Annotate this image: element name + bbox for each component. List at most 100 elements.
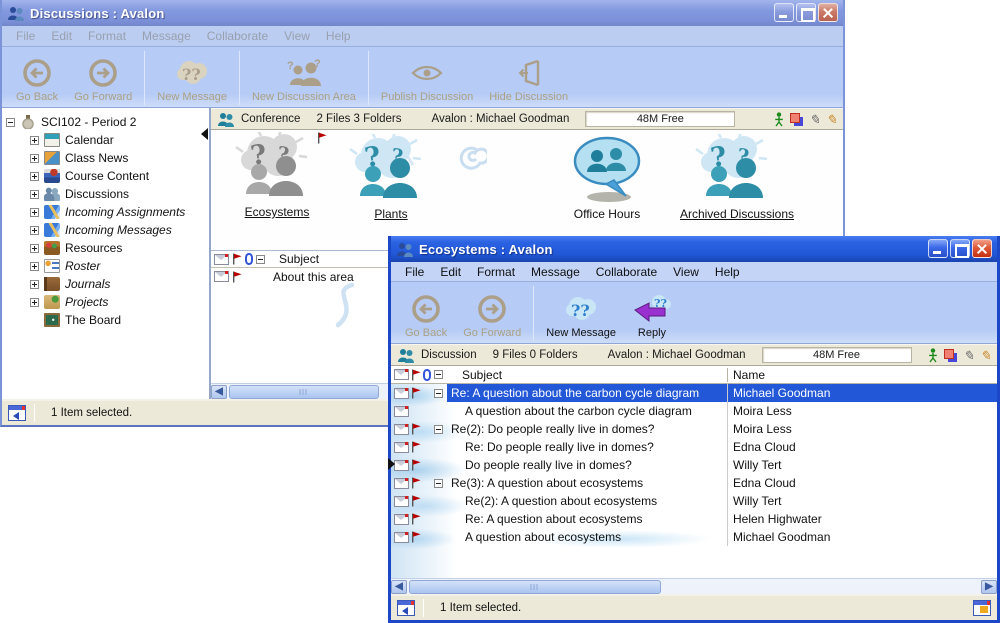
tree-item-resources[interactable]: Resources — [2, 239, 209, 257]
collapse-all-box[interactable] — [256, 255, 265, 264]
conference-item-archived-discussions[interactable]: ? ? Archived Discussions — [659, 134, 815, 221]
message-row[interactable]: Re: A question about ecosystemsHelen Hig… — [391, 510, 997, 528]
member-icon[interactable] — [774, 112, 784, 127]
menu-item-view[interactable]: View — [666, 263, 706, 281]
menu-item-format[interactable]: Format — [470, 263, 522, 281]
go-back-button[interactable]: Go Back — [8, 49, 66, 107]
menu-item-file[interactable]: File — [9, 27, 42, 45]
name-column-header[interactable]: Name — [727, 368, 997, 382]
reply-button[interactable]: ?? Reply — [624, 284, 680, 343]
tree-expander-plus[interactable] — [30, 226, 39, 235]
menu-item-message[interactable]: Message — [524, 263, 587, 281]
menu-item-message[interactable]: Message — [135, 27, 198, 45]
new-message-button[interactable]: ??New Message — [538, 284, 624, 343]
message-row[interactable]: Do people really live in domes?Willy Ter… — [391, 456, 997, 474]
tree-item-incoming-messages[interactable]: Incoming Messages — [2, 221, 209, 239]
subject-column-header[interactable]: Subject — [448, 368, 727, 382]
titlebar-ecosystems[interactable]: Ecosystems : Avalon — [391, 236, 997, 262]
tree-expander-plus[interactable] — [30, 280, 39, 289]
conference-item-plants[interactable]: ? ? Plants — [313, 134, 469, 221]
tree-expander-plus[interactable] — [30, 298, 39, 307]
edit-pencil-icon[interactable]: ✎ — [809, 113, 820, 126]
discussions-app-icon — [7, 5, 25, 21]
flag-icon — [411, 513, 421, 525]
tree-expander-plus[interactable] — [30, 136, 39, 145]
tree-expander-plus[interactable] — [30, 244, 39, 253]
go-forward-button[interactable]: Go Forward — [455, 284, 529, 343]
scroll-left-arrow[interactable]: ◀ — [391, 580, 407, 594]
layers-icon[interactable] — [790, 113, 803, 126]
minimize-button[interactable] — [928, 239, 948, 258]
sign-pencil-icon[interactable]: ✎ — [826, 113, 837, 126]
layers-icon[interactable] — [944, 349, 957, 362]
minimize-button[interactable] — [774, 3, 794, 22]
tree-item-the-board[interactable]: The Board — [2, 311, 209, 329]
tree-expander-minus[interactable] — [6, 118, 15, 127]
tree-item-class-news[interactable]: Class News — [2, 149, 209, 167]
tree-expander-plus[interactable] — [30, 208, 39, 217]
pane-toggle-icon[interactable] — [397, 600, 415, 616]
go-back-icon — [411, 293, 441, 325]
menu-item-view[interactable]: View — [277, 27, 317, 45]
publish-discussion-button[interactable]: Publish Discussion — [373, 49, 481, 107]
menu-item-collaborate[interactable]: Collaborate — [589, 263, 664, 281]
thread-collapse-box[interactable] — [434, 425, 443, 434]
close-button[interactable] — [818, 3, 838, 22]
tree-item-course-content[interactable]: Course Content — [2, 167, 209, 185]
scroll-right-arrow[interactable]: ▶ — [981, 580, 997, 594]
menu-item-file[interactable]: File — [398, 263, 431, 281]
message-row[interactable]: Re: Do people really live in domes?Edna … — [391, 438, 997, 456]
scrollbar-thumb[interactable] — [409, 580, 661, 594]
menu-item-edit[interactable]: Edit — [433, 263, 468, 281]
scroll-left-arrow[interactable]: ◀ — [211, 385, 227, 399]
go-forward-button[interactable]: Go Forward — [66, 49, 140, 107]
maximize-button[interactable] — [796, 3, 816, 22]
subject-cell: About this area — [273, 270, 354, 284]
tree-item-roster[interactable]: Roster — [2, 257, 209, 275]
tree-item-incoming-assignments[interactable]: Incoming Assignments — [2, 203, 209, 221]
menu-item-format[interactable]: Format — [81, 27, 133, 45]
thread-collapse-box[interactable] — [434, 479, 443, 488]
menu-item-help[interactable]: Help — [319, 27, 358, 45]
tree-item-calendar[interactable]: Calendar — [2, 131, 209, 149]
new-message-button[interactable]: ??New Message — [149, 49, 235, 107]
tree-item-label: Discussions — [65, 187, 129, 201]
message-row[interactable]: Re(2): A question about ecosystemsWilly … — [391, 492, 997, 510]
tree-item-discussions[interactable]: Discussions — [2, 185, 209, 203]
hide-discussion-button[interactable]: Hide Discussion — [481, 49, 576, 107]
pane-toggle-icon[interactable] — [8, 405, 26, 421]
member-icon[interactable] — [928, 348, 938, 363]
sign-pencil-icon[interactable]: ✎ — [980, 349, 991, 362]
tree-expander-plus[interactable] — [30, 262, 39, 271]
thread-collapse-box[interactable] — [434, 389, 443, 398]
close-button[interactable] — [972, 239, 992, 258]
menu-item-collaborate[interactable]: Collaborate — [200, 27, 275, 45]
message-row[interactable]: Re: A question about the carbon cycle di… — [391, 384, 997, 402]
edit-pencil-icon[interactable]: ✎ — [963, 349, 974, 362]
subject-cell: Re: Do people really live in domes? — [447, 438, 727, 456]
new-discussion-area-button[interactable]: ? ? New Discussion Area — [244, 49, 364, 107]
scrollbar-thumb[interactable] — [229, 385, 379, 399]
menu-item-edit[interactable]: Edit — [44, 27, 79, 45]
message-row[interactable]: Re(3): A question about ecosystemsEdna C… — [391, 474, 997, 492]
message-row[interactable]: Re(2): Do people really live in domes?Mo… — [391, 420, 997, 438]
splitter-collapse-arrow[interactable] — [201, 128, 208, 140]
message-row[interactable]: A question about the carbon cycle diagra… — [391, 402, 997, 420]
tree-expander-plus[interactable] — [30, 190, 39, 199]
horizontal-scrollbar[interactable]: ◀ ▶ — [391, 578, 997, 594]
collapse-all-box[interactable] — [434, 370, 443, 379]
tree-item-journals[interactable]: Journals — [2, 275, 209, 293]
message-row[interactable]: A question about ecosystemsMichael Goodm… — [391, 528, 997, 546]
maximize-button[interactable] — [950, 239, 970, 258]
tree-item-projects[interactable]: Projects — [2, 293, 209, 311]
tree-item-sci102-period-2[interactable]: SCI102 - Period 2 — [2, 113, 209, 131]
flag-icon — [411, 369, 421, 381]
list-header[interactable]: Subject Name — [391, 366, 997, 384]
titlebar-discussions[interactable]: Discussions : Avalon — [2, 0, 843, 26]
tree-expander-plus[interactable] — [30, 172, 39, 181]
tree-expander-plus[interactable] — [30, 154, 39, 163]
menu-item-help[interactable]: Help — [708, 263, 747, 281]
view-mode-icon[interactable] — [973, 600, 991, 616]
go-back-button[interactable]: Go Back — [397, 284, 455, 343]
splitter-collapse-arrow[interactable] — [388, 458, 395, 470]
